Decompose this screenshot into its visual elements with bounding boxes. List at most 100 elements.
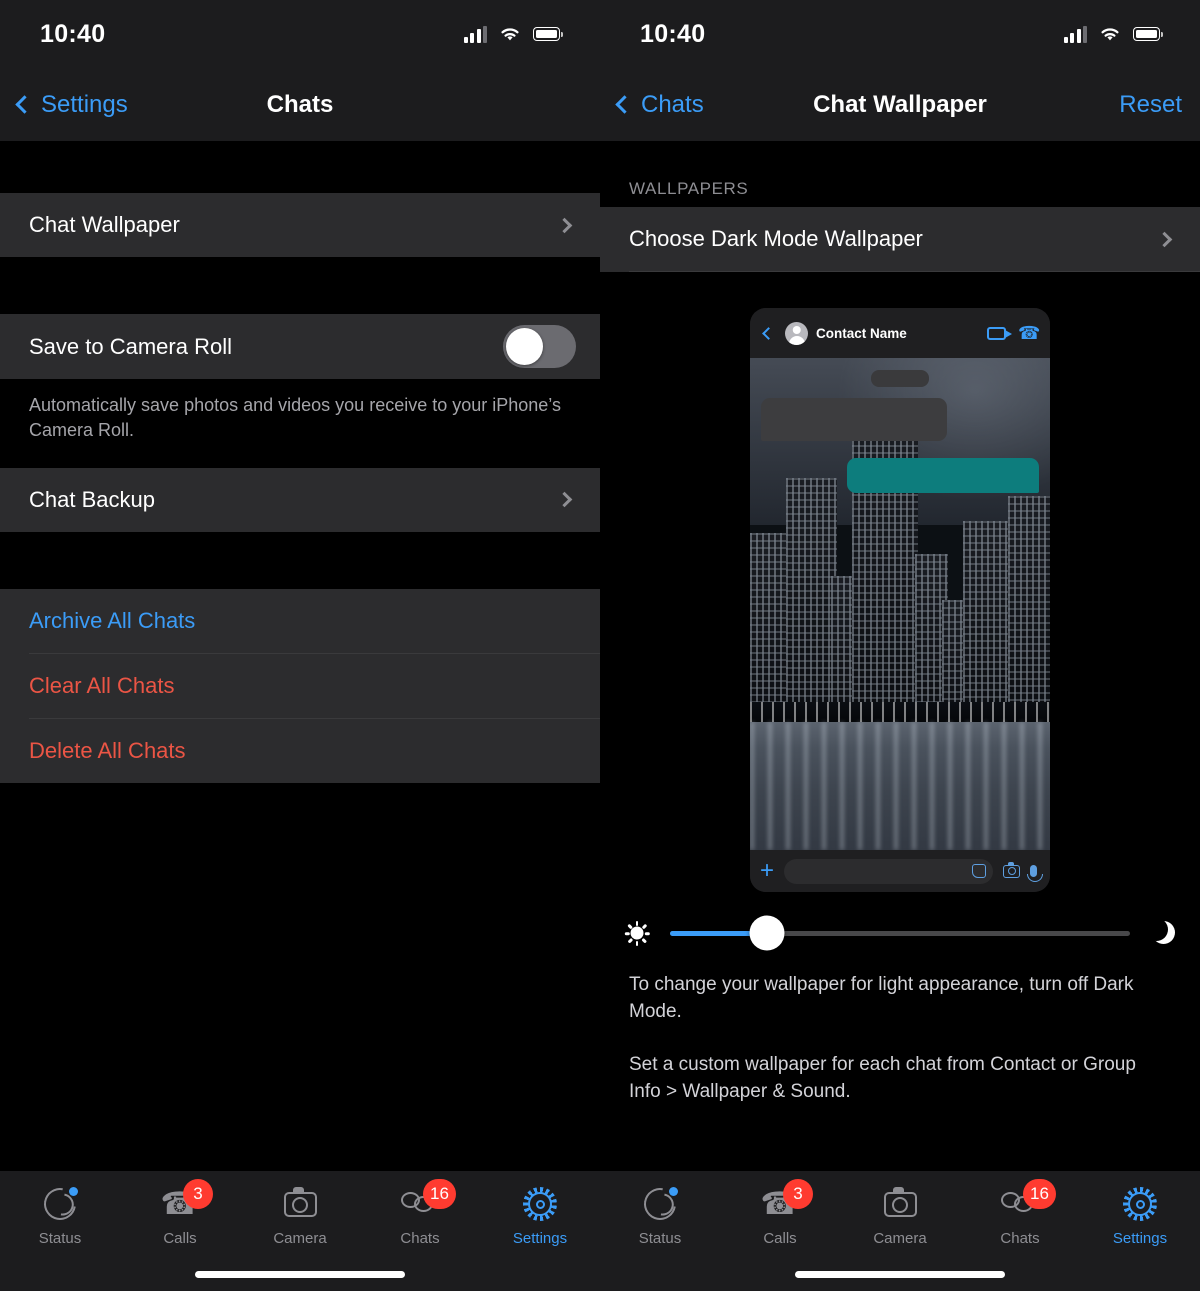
preview-outgoing-bubble <box>847 458 1039 493</box>
tab-status-label: Status <box>638 1230 682 1247</box>
tab-settings[interactable]: Settings <box>480 1185 600 1247</box>
chats-badge: 16 <box>1023 1179 1056 1209</box>
brightness-slider-row <box>600 892 1200 968</box>
preview-call-icons: ☎ <box>986 323 1040 343</box>
wallpaper-content: WALLPAPERS Choose Dark Mode Wallpaper Co… <box>600 141 1200 1170</box>
settings-list-left: Chat Wallpaper Save to Camera Roll Autom… <box>0 141 600 1170</box>
status-unread-dot <box>669 1187 678 1196</box>
row-choose-dark-mode-wallpaper[interactable]: Choose Dark Mode Wallpaper <box>600 207 1200 271</box>
tab-settings[interactable]: Settings <box>1080 1185 1200 1247</box>
row-choose-dark-mode-wallpaper-label: Choose Dark Mode Wallpaper <box>629 226 923 251</box>
wallpaper-info-text: To change your wallpaper for light appea… <box>600 968 1200 1106</box>
avatar-icon <box>785 321 808 345</box>
tab-camera-label: Camera <box>273 1230 327 1247</box>
microphone-icon <box>1026 865 1043 882</box>
tab-chats[interactable]: 16 Chats <box>960 1179 1080 1247</box>
tab-status[interactable]: Status <box>0 1181 120 1247</box>
spacer-top <box>600 141 1200 161</box>
tab-camera-label: Camera <box>873 1230 927 1247</box>
slider-knob[interactable] <box>749 915 785 951</box>
wallpaper-dim-slider[interactable] <box>670 915 1130 951</box>
chevron-left-icon <box>15 95 34 114</box>
info-paragraph-1: To change your wallpaper for light appea… <box>629 974 1134 1022</box>
tab-settings-label: Settings <box>512 1230 568 1247</box>
gear-icon <box>521 1185 559 1223</box>
save-to-camera-roll-toggle[interactable] <box>503 325 576 368</box>
row-chat-wallpaper-label: Chat Wallpaper <box>29 212 180 237</box>
row-save-to-camera-roll[interactable]: Save to Camera Roll <box>0 314 600 379</box>
phone-icon: ☎ 3 <box>760 1179 813 1223</box>
preview-message-input <box>784 858 993 884</box>
camera-icon <box>1003 861 1020 878</box>
chat-preview-phone: Contact Name ☎ + <box>750 308 1050 892</box>
wifi-icon <box>1101 28 1119 41</box>
row-delete-all-chats[interactable]: Delete All Chats <box>0 719 600 783</box>
row-archive-all-chats[interactable]: Archive All Chats <box>0 589 600 653</box>
spacer-top <box>0 141 600 193</box>
chevron-left-icon <box>615 95 634 114</box>
tab-camera[interactable]: Camera <box>240 1185 360 1247</box>
tab-settings-label: Settings <box>1112 1230 1168 1247</box>
nav-bar-right: Chats Chat Wallpaper Reset <box>600 68 1200 141</box>
save-to-camera-roll-footnote: Automatically save photos and videos you… <box>0 379 600 463</box>
chevron-right-icon <box>556 217 573 233</box>
spacer-1 <box>0 257 600 314</box>
cellular-bars-icon <box>1063 25 1087 43</box>
reset-button[interactable]: Reset <box>1119 91 1182 119</box>
phone-icon: ☎ 3 <box>160 1179 213 1223</box>
tab-camera[interactable]: Camera <box>840 1185 960 1247</box>
status-bar-clock: 10:40 <box>640 19 706 48</box>
chats-icon: 16 <box>1001 1179 1056 1223</box>
tab-chats-label: Chats <box>1000 1230 1040 1247</box>
calls-badge: 3 <box>183 1179 213 1209</box>
group-choose-wallpaper: Choose Dark Mode Wallpaper Contact Name <box>600 207 1200 968</box>
status-bar-left: 10:40 <box>0 0 600 68</box>
sun-icon <box>624 920 650 946</box>
home-indicator <box>195 1271 405 1278</box>
chats-icon: 16 <box>401 1179 456 1223</box>
left-screen-chats-settings: 10:40 Settings Chats Chat Wallpaper Save… <box>0 0 600 1291</box>
info-paragraph-2: Set a custom wallpaper for each chat fro… <box>629 1053 1136 1102</box>
wallpaper-water-reflection <box>750 722 1050 850</box>
battery-full-icon <box>533 27 564 41</box>
tab-status-label: Status <box>38 1230 82 1247</box>
preview-incoming-bubble <box>761 398 947 441</box>
wallpaper-preview-area: Contact Name ☎ + <box>600 272 1200 892</box>
status-bar-clock: 10:40 <box>40 19 106 48</box>
toggle-knob <box>506 328 543 365</box>
tab-calls[interactable]: ☎ 3 Calls <box>120 1179 240 1247</box>
cellular-bars-icon <box>463 25 487 43</box>
row-archive-all-chats-label: Archive All Chats <box>29 607 196 633</box>
row-clear-all-chats[interactable]: Clear All Chats <box>0 654 600 718</box>
group-chat-actions: Archive All Chats Clear All Chats Delete… <box>0 588 600 783</box>
home-indicator <box>795 1271 1005 1278</box>
spacer-3 <box>0 531 600 589</box>
plus-icon: + <box>760 857 775 884</box>
status-icon <box>37 1181 83 1227</box>
status-bar-icons <box>1063 25 1164 43</box>
chevron-left-icon <box>762 326 775 340</box>
battery-full-icon <box>1133 27 1164 41</box>
preview-date-pill <box>871 370 929 387</box>
voice-call-icon: ☎ <box>1017 323 1040 343</box>
sticker-icon <box>972 864 986 878</box>
right-screen-chat-wallpaper: 10:40 Chats Chat Wallpaper Reset WALLPAP… <box>600 0 1200 1291</box>
group-chat-backup: Chat Backup <box>0 467 600 532</box>
row-chat-backup[interactable]: Chat Backup <box>0 468 600 532</box>
video-call-icon <box>986 326 1012 340</box>
chevron-right-icon <box>556 491 573 508</box>
tab-chats[interactable]: 16 Chats <box>360 1179 480 1247</box>
group-save-camera-roll: Save to Camera Roll <box>0 314 600 379</box>
back-button-label: Settings <box>41 90 128 118</box>
nav-bar-left: Settings Chats <box>0 68 600 141</box>
row-delete-all-chats-label: Delete All Chats <box>29 737 186 763</box>
row-chat-backup-label: Chat Backup <box>29 486 155 512</box>
preview-chat-header: Contact Name ☎ <box>750 308 1050 358</box>
back-button-chats[interactable]: Chats <box>615 91 704 119</box>
back-button-settings[interactable]: Settings <box>15 90 128 119</box>
tab-calls-label: Calls <box>763 1230 797 1247</box>
tab-calls[interactable]: ☎ 3 Calls <box>720 1179 840 1247</box>
preview-chat-canvas <box>750 358 1050 850</box>
row-chat-wallpaper[interactable]: Chat Wallpaper <box>0 193 600 257</box>
tab-status[interactable]: Status <box>600 1181 720 1247</box>
